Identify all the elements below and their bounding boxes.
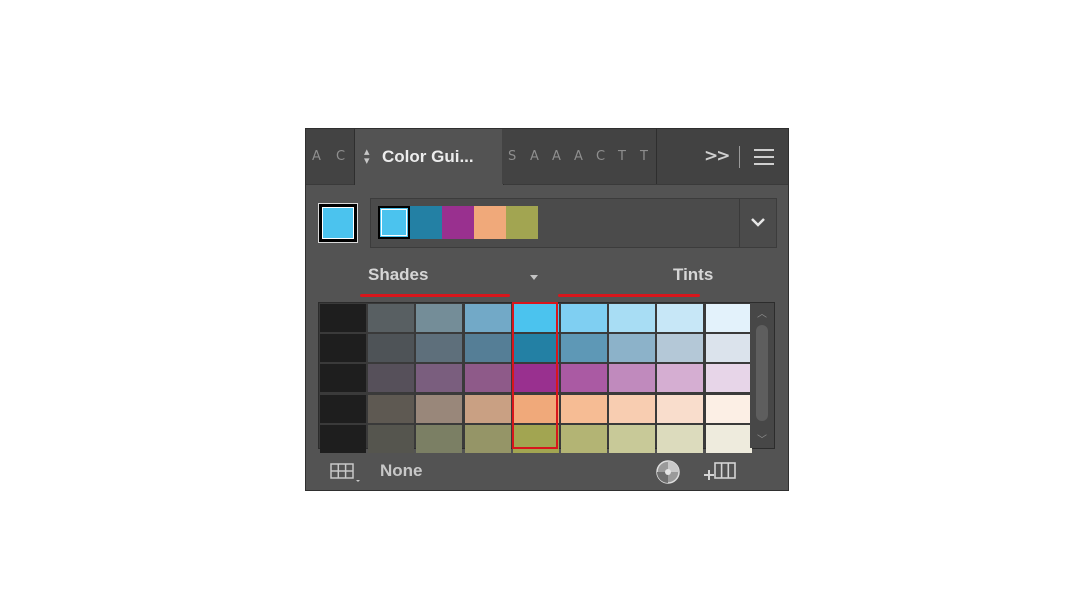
color-variation-cell[interactable] — [705, 304, 752, 332]
color-variation-cell[interactable] — [320, 394, 366, 423]
shades-underline — [360, 294, 510, 297]
color-variation-cell[interactable] — [368, 334, 415, 363]
color-variation-cell[interactable] — [609, 334, 656, 363]
tab-stub-1[interactable]: A — [306, 129, 331, 184]
color-guide-panel: A C ▴ ▾ Color Gui... S A A A C T T >> Sha… — [305, 128, 789, 491]
scroll-up-icon[interactable]: ︿ — [756, 305, 768, 320]
tab-stub-6[interactable]: A — [568, 129, 591, 184]
tab-stub-9[interactable]: T — [634, 129, 657, 184]
color-variation-cell[interactable] — [464, 424, 511, 453]
hamburger-menu-icon[interactable] — [754, 149, 774, 170]
color-variation-cell[interactable] — [320, 304, 366, 332]
tab-stub-4[interactable]: A — [524, 129, 547, 184]
color-variation-cell[interactable] — [464, 304, 511, 332]
color-variation-cell[interactable] — [705, 364, 752, 393]
tab-stub-8[interactable]: T — [612, 129, 635, 184]
tab-separator — [739, 146, 740, 168]
color-variation-cell[interactable] — [416, 364, 463, 393]
color-variation-cell[interactable] — [320, 334, 366, 363]
tab-color-guide[interactable]: ▴ ▾ Color Gui... — [354, 129, 504, 185]
color-variation-cell[interactable] — [609, 394, 656, 423]
color-variation-cell[interactable] — [705, 424, 752, 453]
tab-stub-2[interactable]: C — [330, 129, 355, 184]
harmony-swatch-5[interactable] — [506, 206, 538, 239]
tab-stub-3[interactable]: S — [502, 129, 525, 184]
color-variations-grid — [318, 302, 775, 453]
color-variation-cell[interactable] — [657, 364, 704, 393]
color-variation-cell[interactable] — [657, 394, 704, 423]
color-variation-cell[interactable] — [657, 304, 704, 332]
color-variation-cell[interactable] — [512, 304, 559, 332]
chevron-down-icon — [751, 218, 765, 227]
harmony-swatch-2[interactable] — [410, 206, 442, 239]
color-variation-cell[interactable] — [512, 394, 559, 423]
color-wheel-icon[interactable] — [655, 459, 681, 485]
grid-scrollbar[interactable]: ︿ ﹀ — [750, 303, 774, 448]
shades-label: Shades — [368, 265, 429, 284]
color-variation-cell[interactable] — [368, 394, 415, 423]
save-to-swatches-icon[interactable] — [704, 460, 740, 484]
harmony-swatch-1[interactable] — [378, 206, 410, 239]
color-variation-cell[interactable] — [368, 364, 415, 393]
color-variation-cell[interactable] — [320, 424, 366, 453]
color-variation-cell[interactable] — [657, 334, 704, 363]
color-variation-cell[interactable] — [464, 364, 511, 393]
tab-color-guide-label: Color Gui... — [382, 147, 474, 166]
tab-stub-7[interactable]: C — [590, 129, 613, 184]
color-variation-cell[interactable] — [512, 334, 559, 363]
color-variation-cell[interactable] — [416, 334, 463, 363]
swatch-library-icon[interactable] — [330, 462, 362, 484]
library-name-label: None — [380, 461, 423, 480]
color-variation-cell[interactable] — [416, 394, 463, 423]
color-variation-cell[interactable] — [561, 394, 607, 423]
color-variation-cell[interactable] — [705, 394, 752, 423]
color-variation-cell[interactable] — [512, 424, 559, 453]
scroll-thumb[interactable] — [756, 325, 768, 421]
current-color-fill — [322, 207, 354, 239]
tints-label: Tints — [673, 265, 714, 284]
color-variation-cell[interactable] — [561, 424, 607, 453]
harmony-rules-selector[interactable] — [370, 198, 777, 248]
color-variation-cell[interactable] — [561, 364, 607, 393]
color-variation-cell[interactable] — [368, 424, 415, 453]
color-variation-cell[interactable] — [609, 364, 656, 393]
color-variation-cell[interactable] — [416, 304, 463, 332]
color-variation-cell[interactable] — [464, 394, 511, 423]
color-variation-cell[interactable] — [609, 424, 656, 453]
color-variation-cell[interactable] — [464, 334, 511, 363]
tab-bar: A C ▴ ▾ Color Gui... S A A A C T T >> — [306, 129, 788, 185]
tints-underline — [558, 294, 700, 297]
harmony-swatch-4[interactable] — [474, 206, 506, 239]
color-variation-cell[interactable] — [561, 304, 607, 332]
tab-reorder-icon: ▴ ▾ — [364, 145, 370, 167]
tab-stub-5[interactable]: A — [546, 129, 569, 184]
color-variation-cell[interactable] — [561, 334, 607, 363]
current-color-swatch[interactable] — [318, 203, 358, 243]
variation-options-caret[interactable] — [530, 275, 538, 280]
color-variation-cell[interactable] — [512, 364, 559, 393]
more-tabs-button[interactable]: >> — [704, 146, 730, 166]
color-variation-cell[interactable] — [609, 304, 656, 332]
harmony-swatch-3[interactable] — [442, 206, 474, 239]
harmony-dropdown-button[interactable] — [739, 199, 776, 247]
color-variation-cell[interactable] — [705, 334, 752, 363]
color-variation-cell[interactable] — [416, 424, 463, 453]
harmony-swatch-base-border — [381, 209, 407, 236]
color-variation-cell[interactable] — [368, 304, 415, 332]
scroll-down-icon[interactable]: ﹀ — [756, 431, 768, 446]
color-variation-cell[interactable] — [657, 424, 704, 453]
color-variation-cell[interactable] — [320, 364, 366, 393]
